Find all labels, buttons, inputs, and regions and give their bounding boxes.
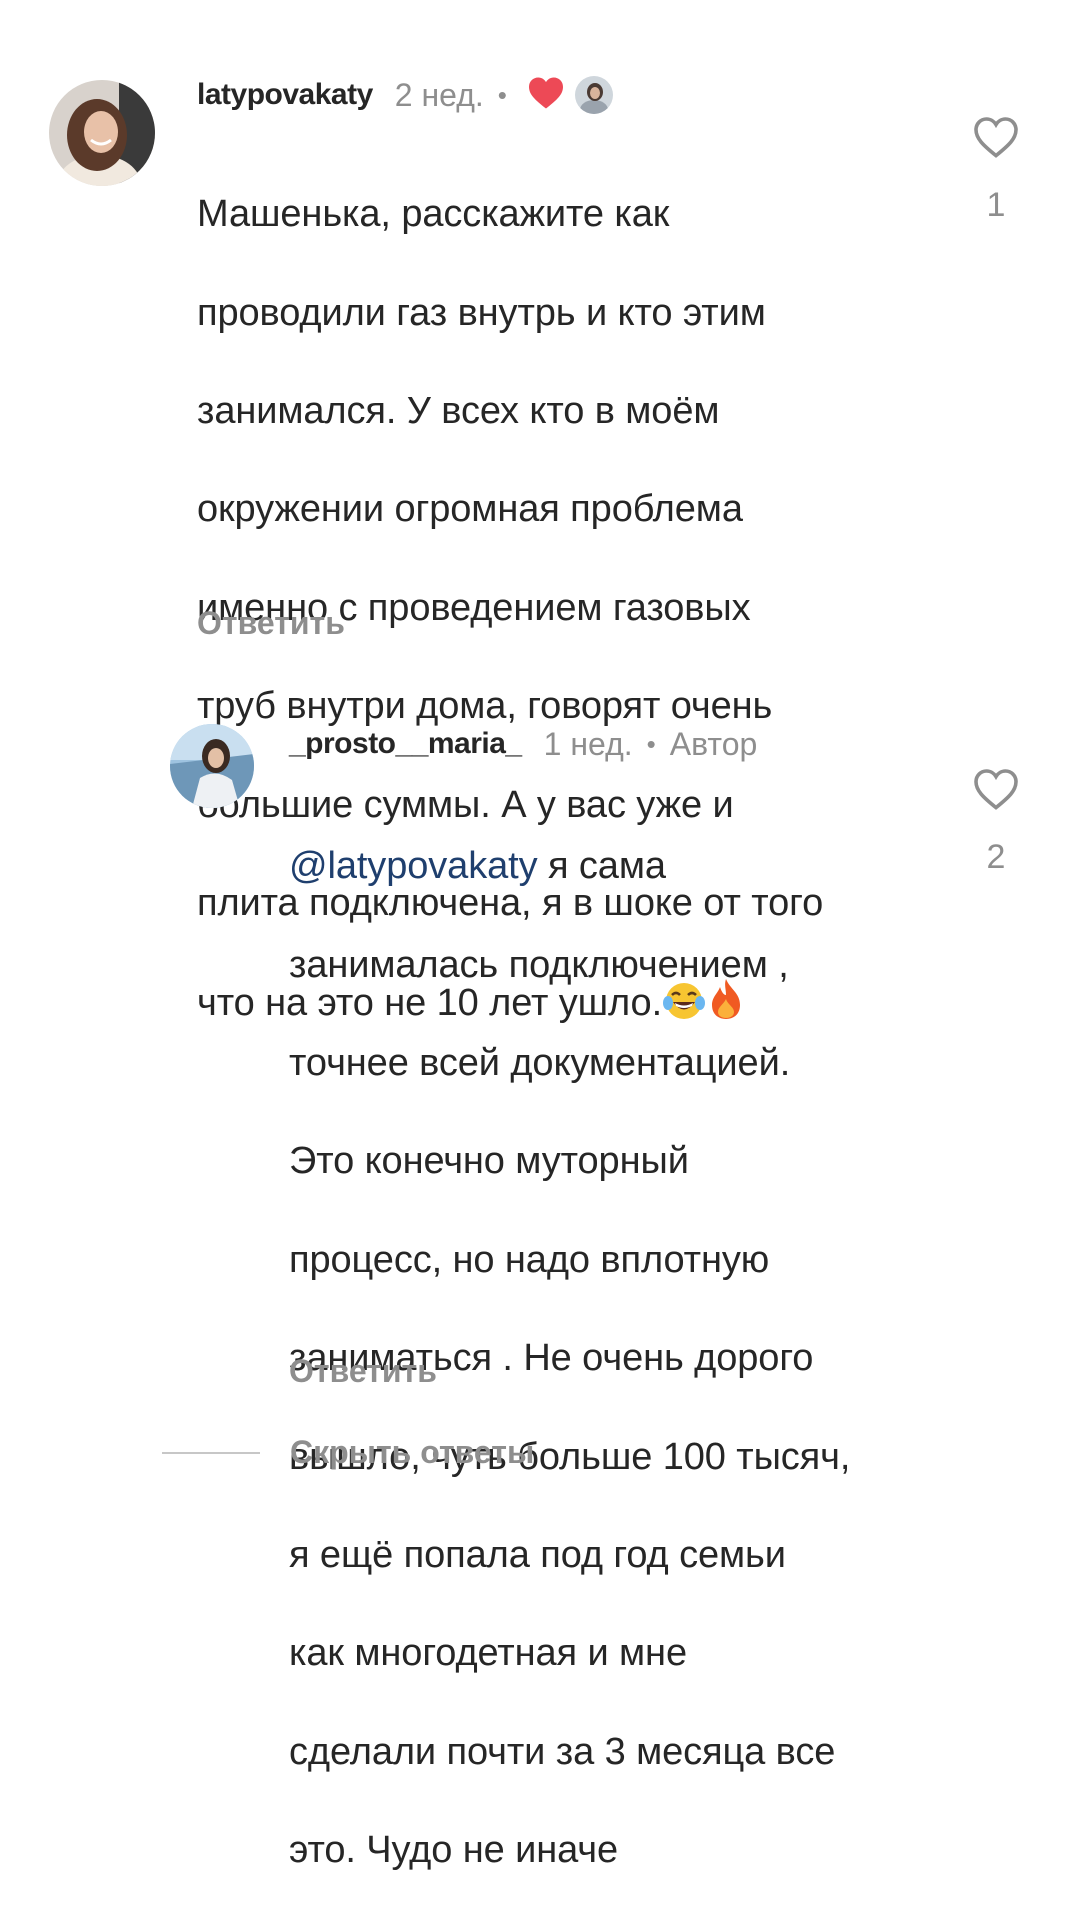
like-count: 2 <box>986 838 1006 876</box>
heart-outline-icon[interactable] <box>972 115 1020 164</box>
comment-first-line: @latypovakaty я сама <box>289 842 949 891</box>
comment-line: как многодетная и мне <box>289 1632 687 1675</box>
like-column: 2 <box>961 767 1031 877</box>
comment-line: точнее всей документацией. <box>289 1042 791 1085</box>
mention-link[interactable]: @latypovakaty <box>289 845 538 887</box>
heart-outline-icon[interactable] <box>972 767 1020 816</box>
author-badge: Автор <box>669 725 758 762</box>
comment-time: 2 нед. <box>394 76 484 113</box>
comment-header: _prosto__maria_ 1 нед. • Автор <box>289 722 757 766</box>
separator-dot: • <box>497 79 507 110</box>
comment-header: latypovakaty 2 нед. • <box>197 73 613 117</box>
hide-replies-button[interactable]: Скрыть ответы <box>290 1434 534 1471</box>
like-count: 1 <box>986 186 1006 224</box>
comment-line: процесс, но надо вплотную <box>289 1238 770 1281</box>
separator-dot: • <box>646 728 656 759</box>
comment-line: проводили газ внутрь и кто этим <box>197 291 766 334</box>
author-liked-heart-icon <box>527 76 565 115</box>
reply-button[interactable]: Ответить <box>289 1353 437 1390</box>
avatar[interactable] <box>170 724 254 808</box>
comment-line: я сама <box>537 845 666 888</box>
comment-line: Это конечно муторный <box>289 1140 689 1183</box>
comment-line: занимался. У всех кто в моём <box>197 390 720 433</box>
comment-line: Машенька, расскажите как <box>197 193 670 236</box>
reply-button[interactable]: Ответить <box>197 605 345 642</box>
username[interactable]: _prosto__maria_ <box>289 727 522 761</box>
comment-line: сделали почти за 3 месяца все <box>289 1730 836 1773</box>
author-avatar-small <box>574 76 613 114</box>
comment-line: это. Чудо не иначе <box>289 1829 619 1872</box>
avatar[interactable] <box>49 80 155 186</box>
comment-line: окружении огромная проблема <box>197 488 743 531</box>
comment-line: занималась подключением , <box>289 943 789 986</box>
hide-replies-divider <box>162 1452 260 1454</box>
comment-time: 1 нед. <box>543 725 633 762</box>
username[interactable]: latypovakaty <box>197 78 373 112</box>
comment-line: я ещё попала под год семьи <box>289 1534 786 1577</box>
like-column: 1 <box>961 115 1031 225</box>
